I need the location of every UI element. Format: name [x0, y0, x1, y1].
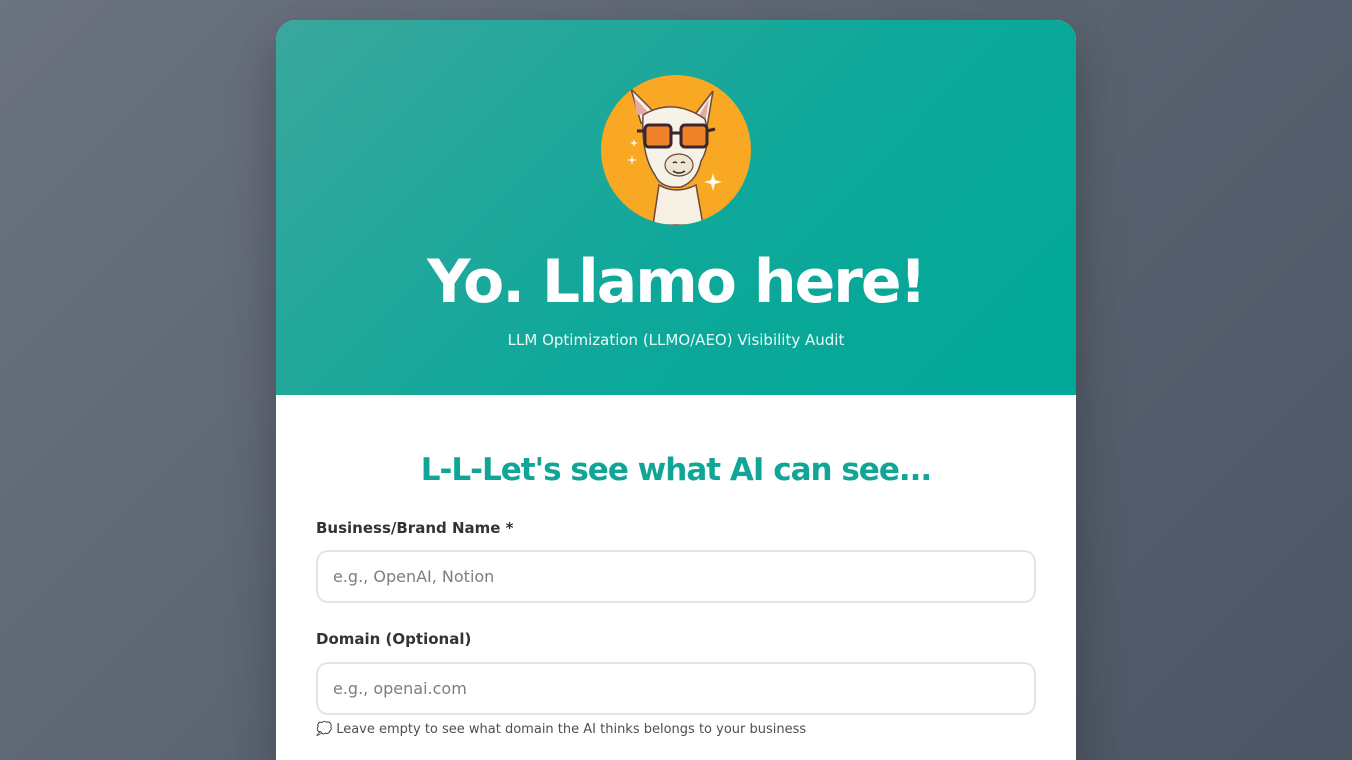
form-heading: L-L-Let's see what AI can see...	[420, 452, 932, 488]
header-banner: Yo. Llamo here! LLM Optimization (LLMO/A…	[276, 20, 1076, 395]
page-subtitle: LLM Optimization (LLMO/AEO) Visibility A…	[507, 331, 845, 349]
thought-bubble-icon: 💭	[316, 722, 333, 737]
audit-form: L-L-Let's see what AI can see... Busines…	[276, 395, 1076, 760]
business-name-label: Business/Brand Name *	[316, 519, 514, 537]
domain-input[interactable]	[316, 662, 1036, 715]
domain-label: Domain (Optional)	[316, 630, 472, 648]
business-name-input[interactable]	[316, 550, 1036, 603]
page-title: Yo. Llamo here!	[427, 247, 927, 317]
audit-card: Yo. Llamo here! LLM Optimization (LLMO/A…	[276, 20, 1076, 760]
llama-with-sunglasses-icon	[601, 75, 751, 225]
domain-hint: 💭 Leave empty to see what domain the AI t…	[316, 722, 806, 737]
domain-hint-text: Leave empty to see what domain the AI th…	[336, 722, 807, 737]
